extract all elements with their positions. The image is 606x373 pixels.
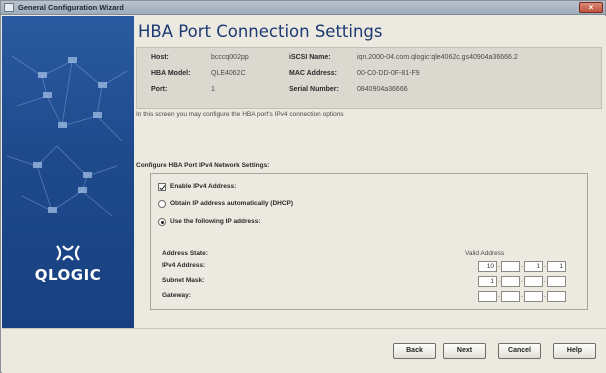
subnet-octet-3[interactable]	[524, 276, 543, 287]
hba-model-value: QLE4062C	[211, 70, 246, 77]
port-value: 1	[211, 86, 215, 93]
title-bar: General Configuration Wizard ×	[1, 1, 605, 15]
enable-ipv4-label[interactable]: Enable IPv4 Address:	[170, 183, 236, 190]
help-button[interactable]: Help	[553, 343, 596, 359]
host-label: Host:	[151, 54, 169, 61]
qlogic-mark-icon	[56, 245, 80, 261]
host-value: bcccq002pp	[211, 54, 249, 61]
gateway-octet-2[interactable]	[501, 291, 520, 302]
wizard-button-bar: Back Next Cancel Help	[2, 328, 606, 373]
window-icon	[4, 3, 14, 12]
ipv4-octet-1[interactable]: 10	[478, 261, 497, 272]
window-title: General Configuration Wizard	[18, 3, 124, 12]
dhcp-label[interactable]: Obtain IP address automatically (DHCP)	[170, 200, 293, 207]
gateway-octet-3[interactable]	[524, 291, 543, 302]
next-button[interactable]: Next	[443, 343, 486, 359]
manual-ip-label[interactable]: Use the following IP address:	[170, 218, 261, 225]
serial-number-value: 0840904a36666	[357, 86, 408, 93]
subnet-octet-4[interactable]	[547, 276, 566, 287]
dhcp-radio[interactable]	[158, 200, 166, 208]
gateway-octet-1[interactable]	[478, 291, 497, 302]
subnet-octet-1[interactable]: 1	[478, 276, 497, 287]
qlogic-logo: QLOGIC	[2, 244, 134, 284]
wizard-window: General Configuration Wizard × QLOGIC HB…	[0, 0, 606, 373]
qlogic-wordmark: QLOGIC	[34, 266, 102, 284]
wizard-sidebar-banner: QLOGIC	[2, 16, 134, 328]
subnet-octet-2[interactable]	[501, 276, 520, 287]
ipv4-octet-2[interactable]	[501, 261, 520, 272]
mac-address-label: MAC Address:	[289, 70, 337, 77]
enable-ipv4-checkbox[interactable]	[158, 183, 166, 191]
address-state-value: Valid Address	[465, 250, 505, 257]
gateway-label: Gateway:	[162, 292, 191, 299]
ipv4-settings-group: Enable IPv4 Address: Obtain IP address a…	[150, 173, 588, 310]
port-label: Port:	[151, 86, 168, 93]
ipv4-octet-4[interactable]: 1	[547, 261, 566, 272]
iscsi-name-value: iqn.2000-04.com.qlogic:qle4062c.gs40904a…	[357, 54, 518, 61]
adapter-info-panel: Host: bcccq002pp HBA Model: QLE4062C Por…	[136, 47, 602, 109]
mac-address-value: 00-C0-DD-0F-81-F9	[357, 70, 420, 77]
intro-text: In this screen you may configure the HBA…	[136, 111, 344, 118]
serial-number-label: Serial Number:	[289, 86, 339, 93]
close-button[interactable]: ×	[579, 2, 603, 13]
manual-ip-radio[interactable]	[158, 218, 166, 226]
gateway-octet-4[interactable]	[547, 291, 566, 302]
address-state-label: Address State:	[162, 250, 208, 257]
ipv4-address-label: IPv4 Address:	[162, 262, 206, 269]
cancel-button[interactable]: Cancel	[498, 343, 541, 359]
section-title: Configure HBA Port IPv4 Network Settings…	[136, 162, 270, 169]
hba-model-label: HBA Model:	[151, 70, 191, 77]
ipv4-octet-3[interactable]: 1	[524, 261, 543, 272]
page-title: HBA Port Connection Settings	[138, 22, 383, 41]
wizard-content: HBA Port Connection Settings Host: bcccq…	[134, 16, 606, 328]
back-button[interactable]: Back	[393, 343, 436, 359]
subnet-mask-label: Subnet Mask:	[162, 277, 205, 284]
iscsi-name-label: iSCSI Name:	[289, 54, 331, 61]
